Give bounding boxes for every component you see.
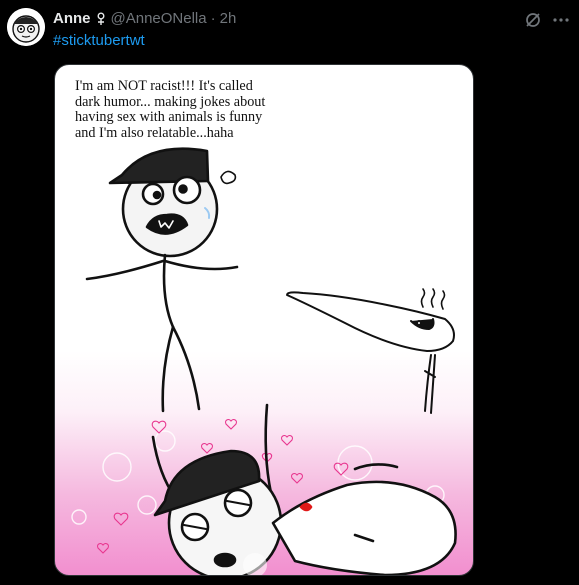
author-handle[interactable]: @AnneONella <box>111 9 207 29</box>
mute-button[interactable] <box>522 9 544 31</box>
standing-stickman <box>85 147 239 413</box>
author-name[interactable]: Anne <box>53 9 91 29</box>
mute-icon <box>526 13 540 27</box>
post-image[interactable]: I'm am NOT racist!!! It's called dark hu… <box>54 64 474 576</box>
hashtag-link[interactable]: #sticktubertwt <box>53 31 145 51</box>
more-button[interactable] <box>550 9 572 31</box>
lying-stickman <box>286 288 455 414</box>
avatar[interactable] <box>7 8 45 46</box>
bottom-stickman <box>151 403 457 575</box>
separator-dot: · <box>210 10 216 27</box>
avatar-face-icon <box>7 8 45 46</box>
comic-drawing <box>71 147 457 575</box>
person-symbol-icon <box>95 12 107 26</box>
post-header: Anne @AnneONella · 2h <box>53 9 236 29</box>
post: Anne @AnneONella · 2h #sticktubertwt I'm… <box>0 0 579 585</box>
more-icon <box>553 18 569 22</box>
post-time[interactable]: 2h <box>220 9 237 29</box>
